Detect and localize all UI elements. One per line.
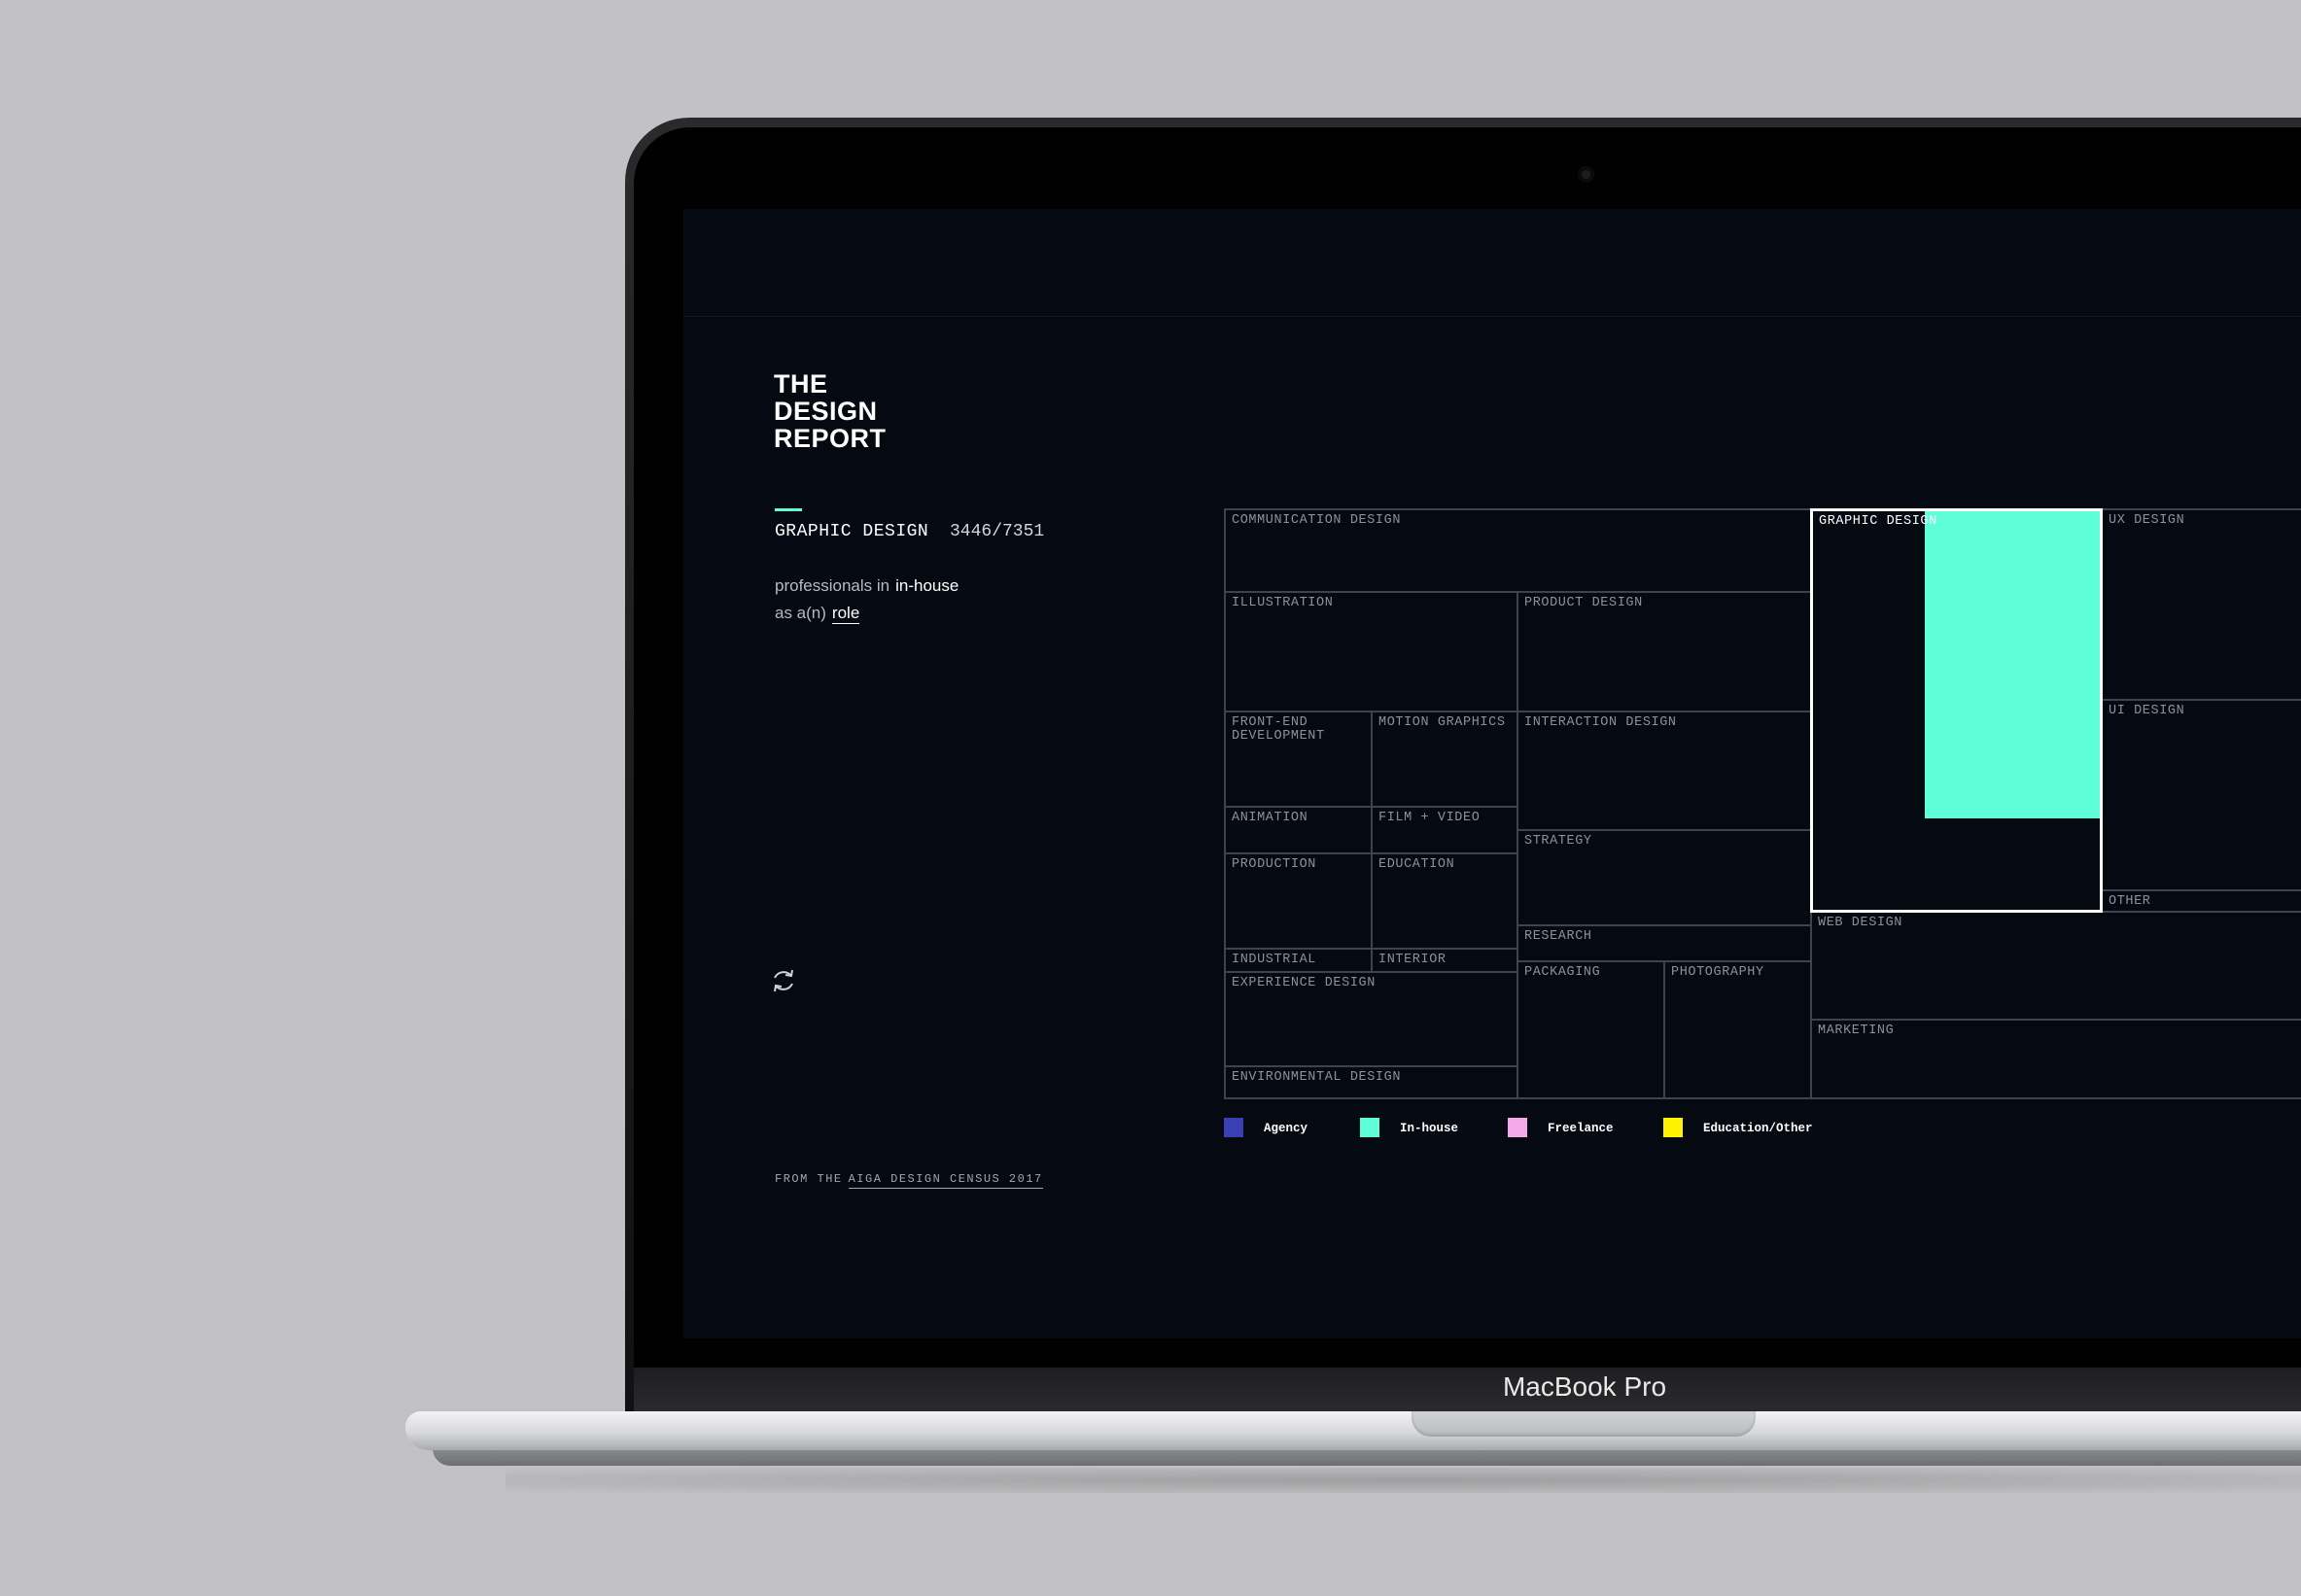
laptop-base [405,1411,2301,1450]
cell-industrial[interactable]: INDUSTRIAL [1224,948,1373,973]
cell-label: PRODUCT DESIGN [1524,596,1643,610]
cell-label: MOTION GRAPHICS [1378,715,1506,730]
cell-education[interactable]: EDUCATION [1371,852,1518,950]
cell-label: COMMUNICATION DESIGN [1232,513,1402,528]
legend-swatch [1663,1118,1683,1137]
legend-label: Education/Other [1703,1122,1813,1135]
cell-label: RESEARCH [1524,929,1592,944]
legend-swatch [1508,1118,1527,1137]
cell-label: INTERACTION DESIGN [1524,715,1677,730]
cell-label: PRODUCTION [1232,857,1317,872]
cell-illustration[interactable]: ILLUSTRATION [1224,591,1518,712]
device-brand-label: MacBook Pro [1502,1371,1667,1402]
cell-product-design[interactable]: PRODUCT DESIGN [1517,591,1812,712]
cell-label: ILLUSTRATION [1232,596,1334,610]
logo-line-1: THE [774,369,828,399]
cell-interaction-design[interactable]: INTERACTION DESIGN [1517,711,1812,831]
cell-label: INTERIOR [1378,953,1447,967]
cell-label: STRATEGY [1524,834,1592,849]
description-line-2: as a(n) role [775,604,860,624]
cell-front-end-development[interactable]: FRONT-END DEVELOPMENT [1224,711,1373,808]
cell-label: GRAPHIC DESIGN [1819,514,1937,529]
cell-environmental-design[interactable]: ENVIRONMENTAL DESIGN [1224,1065,1518,1099]
laptop-base-underside [433,1448,2301,1466]
cell-label: UI DESIGN [2109,704,2185,718]
cell-other[interactable]: OTHER [2101,889,2301,913]
top-bar [683,209,2301,317]
cell-film-video[interactable]: FILM + VIDEO [1371,806,1518,854]
cell-label: PACKAGING [1524,965,1601,980]
laptop-screen: THE DESIGN REPORT GRAPHIC DESIGN 3446/73… [683,209,2301,1338]
cell-ui-design[interactable]: UI DESIGN [2101,699,2301,891]
role-count: 3446/7351 [950,522,1045,541]
in-house-fill [1925,511,2100,818]
laptop-lid-notch [1412,1411,1756,1437]
source-credit: FROM THE AIGA DESIGN CENSUS 2017 [775,1172,1043,1189]
cell-label: WEB DESIGN [1818,916,1903,930]
cell-label: PHOTOGRAPHY [1671,965,1764,980]
camera-icon [1578,166,1594,183]
census-link[interactable]: AIGA DESIGN CENSUS 2017 [848,1172,1043,1189]
cell-graphic-design[interactable]: GRAPHIC DESIGN [1810,508,2103,913]
cell-label: ANIMATION [1232,811,1308,825]
description-line-1: professionals in in-house [775,576,959,596]
cell-animation[interactable]: ANIMATION [1224,806,1373,854]
cell-label: ENVIRONMENTAL DESIGN [1232,1070,1402,1085]
employment-type-selector[interactable]: in-house [895,576,959,596]
cell-web-design[interactable]: WEB DESIGN [1810,911,2301,1021]
description-mid: as a(n) [775,604,826,622]
legend-label: Agency [1264,1122,1308,1135]
cell-experience-design[interactable]: EXPERIENCE DESIGN [1224,971,1518,1067]
legend-label: Freelance [1548,1122,1614,1135]
accent-divider [775,508,802,511]
cell-label: UX DESIGN [2109,513,2185,528]
refresh-icon[interactable] [769,966,798,995]
cell-label: OTHER [2109,894,2151,909]
cell-packaging[interactable]: PACKAGING [1517,960,1665,1099]
legend-swatch [1224,1118,1243,1137]
role-selector[interactable]: role [831,604,860,624]
cell-label: EDUCATION [1378,857,1455,872]
cell-label: INDUSTRIAL [1232,953,1317,967]
cell-interior[interactable]: INTERIOR [1371,948,1518,973]
cell-label: EXPERIENCE DESIGN [1232,976,1376,990]
cell-photography[interactable]: PHOTOGRAPHY [1663,960,1812,1099]
cell-marketing[interactable]: MARKETING [1810,1019,2301,1099]
cell-research[interactable]: RESEARCH [1517,924,1812,962]
selected-role-title: GRAPHIC DESIGN [775,522,929,541]
cell-label: FRONT-END DEVELOPMENT [1232,715,1325,744]
treemap: COMMUNICATION DESIGN GRAPHIC DESIGN UX D… [1224,508,2301,1099]
credit-prefix: FROM THE [775,1172,843,1186]
cell-motion-graphics[interactable]: MOTION GRAPHICS [1371,711,1518,808]
cell-label: MARKETING [1818,1024,1895,1038]
laptop-shadow [506,1468,2301,1493]
logo-line-2: DESIGN [774,397,878,426]
site-logo[interactable]: THE DESIGN REPORT [774,370,887,452]
cell-ux-design[interactable]: UX DESIGN [2101,508,2301,701]
cell-communication-design[interactable]: COMMUNICATION DESIGN [1224,508,1812,593]
cell-production[interactable]: PRODUCTION [1224,852,1373,950]
cell-label: FILM + VIDEO [1378,811,1481,825]
description-prefix: professionals in [775,576,890,595]
legend-label: In-house [1400,1122,1459,1135]
logo-line-3: REPORT [774,424,887,453]
cell-strategy[interactable]: STRATEGY [1517,829,1812,926]
legend-swatch [1360,1118,1379,1137]
